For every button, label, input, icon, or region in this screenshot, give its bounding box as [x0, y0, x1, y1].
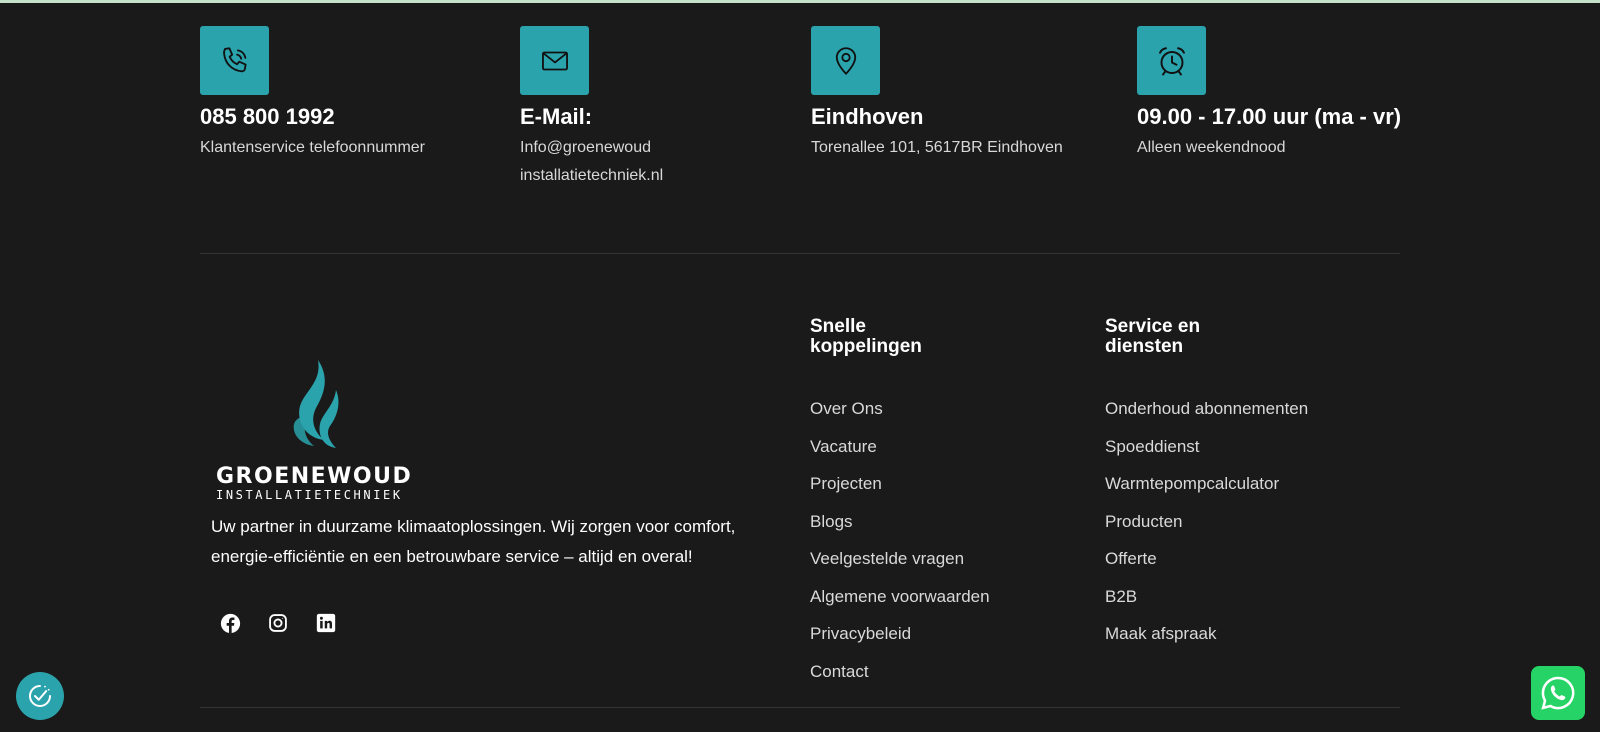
footer-link-terms[interactable]: Algemene voorwaarden: [810, 587, 990, 625]
cookie-settings-button[interactable]: [16, 672, 64, 720]
section-divider: [200, 253, 1400, 254]
footer-link-maintenance[interactable]: Onderhoud abonnementen: [1105, 399, 1308, 437]
services-heading-line2: diensten: [1105, 336, 1184, 357]
email-address[interactable]: Info@groenewoud installatietechniek.nl: [520, 134, 680, 190]
flame-icon: [293, 360, 339, 448]
logo-name: GROENEWOUD: [216, 464, 413, 489]
footer-link-emergency[interactable]: Spoeddienst: [1105, 437, 1308, 475]
contact-hours: 09.00 - 17.00 uur (ma - vr) Alleen weeke…: [1137, 26, 1401, 162]
whatsapp-icon: [1541, 676, 1575, 710]
quick-links-column: Snelle koppelingen Over Ons Vacature Pro…: [810, 317, 990, 699]
logo-subname: INSTALLATIETECHNIEK: [216, 488, 403, 502]
company-logo[interactable]: GROENEWOUD INSTALLATIETECHNIEK: [210, 360, 413, 502]
services-list: Onderhoud abonnementen Spoeddienst Warmt…: [1105, 399, 1308, 662]
footer-link-b2b[interactable]: B2B: [1105, 587, 1308, 625]
social-links: [219, 612, 337, 634]
footer-link-vacature[interactable]: Vacature: [810, 437, 990, 475]
quick-links-heading: Snelle koppelingen: [810, 317, 990, 357]
quick-links-heading-line2: koppelingen: [810, 336, 922, 357]
footer-link-quote[interactable]: Offerte: [1105, 549, 1308, 587]
instagram-icon[interactable]: [267, 612, 289, 634]
alarm-clock-icon: [1137, 26, 1206, 95]
location-pin-icon[interactable]: [811, 26, 880, 95]
footer-link-blogs[interactable]: Blogs: [810, 512, 990, 550]
cookie-check-icon: [29, 685, 51, 707]
footer-link-faq[interactable]: Veelgestelde vragen: [810, 549, 990, 587]
email-label: E-Mail:: [520, 104, 593, 129]
footer-link-products[interactable]: Producten: [1105, 512, 1308, 550]
contact-email: E-Mail: Info@groenewoud installatietechn…: [520, 26, 680, 190]
linkedin-icon[interactable]: [315, 612, 337, 634]
footer-link-projecten[interactable]: Projecten: [810, 474, 990, 512]
phone-subtitle: Klantenservice telefoonnummer: [200, 139, 426, 157]
whatsapp-button[interactable]: [1531, 666, 1585, 720]
quick-links-list: Over Ons Vacature Projecten Blogs Veelge…: [810, 399, 990, 699]
mail-icon[interactable]: [520, 26, 589, 95]
facebook-icon[interactable]: [219, 612, 241, 634]
hours-note: Alleen weekendnood: [1137, 139, 1286, 157]
footer-link-appointment[interactable]: Maak afspraak: [1105, 624, 1308, 662]
footer-link-contact[interactable]: Contact: [810, 662, 990, 700]
services-heading: Service en diensten: [1105, 317, 1308, 357]
location-address: Torenallee 101, 5617BR Eindhoven: [811, 139, 1063, 157]
opening-hours: 09.00 - 17.00 uur (ma - vr): [1137, 104, 1402, 129]
phone-number[interactable]: 085 800 1992: [200, 104, 425, 130]
quick-links-heading-line1: Snelle: [810, 316, 866, 337]
contact-phone: 085 800 1992 Klantenservice telefoonnumm…: [200, 26, 425, 162]
company-tagline: Uw partner in duurzame klimaatoplossinge…: [211, 517, 736, 566]
services-column: Service en diensten Onderhoud abonnement…: [1105, 317, 1308, 662]
footer-link-over-ons[interactable]: Over Ons: [810, 399, 990, 437]
footer-link-privacy[interactable]: Privacybeleid: [810, 624, 990, 662]
phone-icon[interactable]: [200, 26, 269, 95]
top-strip: [0, 0, 1600, 3]
contact-location: Eindhoven Torenallee 101, 5617BR Eindhov…: [811, 26, 1063, 162]
footer-link-heatpump-calculator[interactable]: Warmtepompcalculator: [1105, 474, 1308, 512]
services-heading-line1: Service en: [1105, 316, 1201, 337]
bottom-divider: [200, 707, 1400, 708]
location-city: Eindhoven: [811, 104, 924, 129]
